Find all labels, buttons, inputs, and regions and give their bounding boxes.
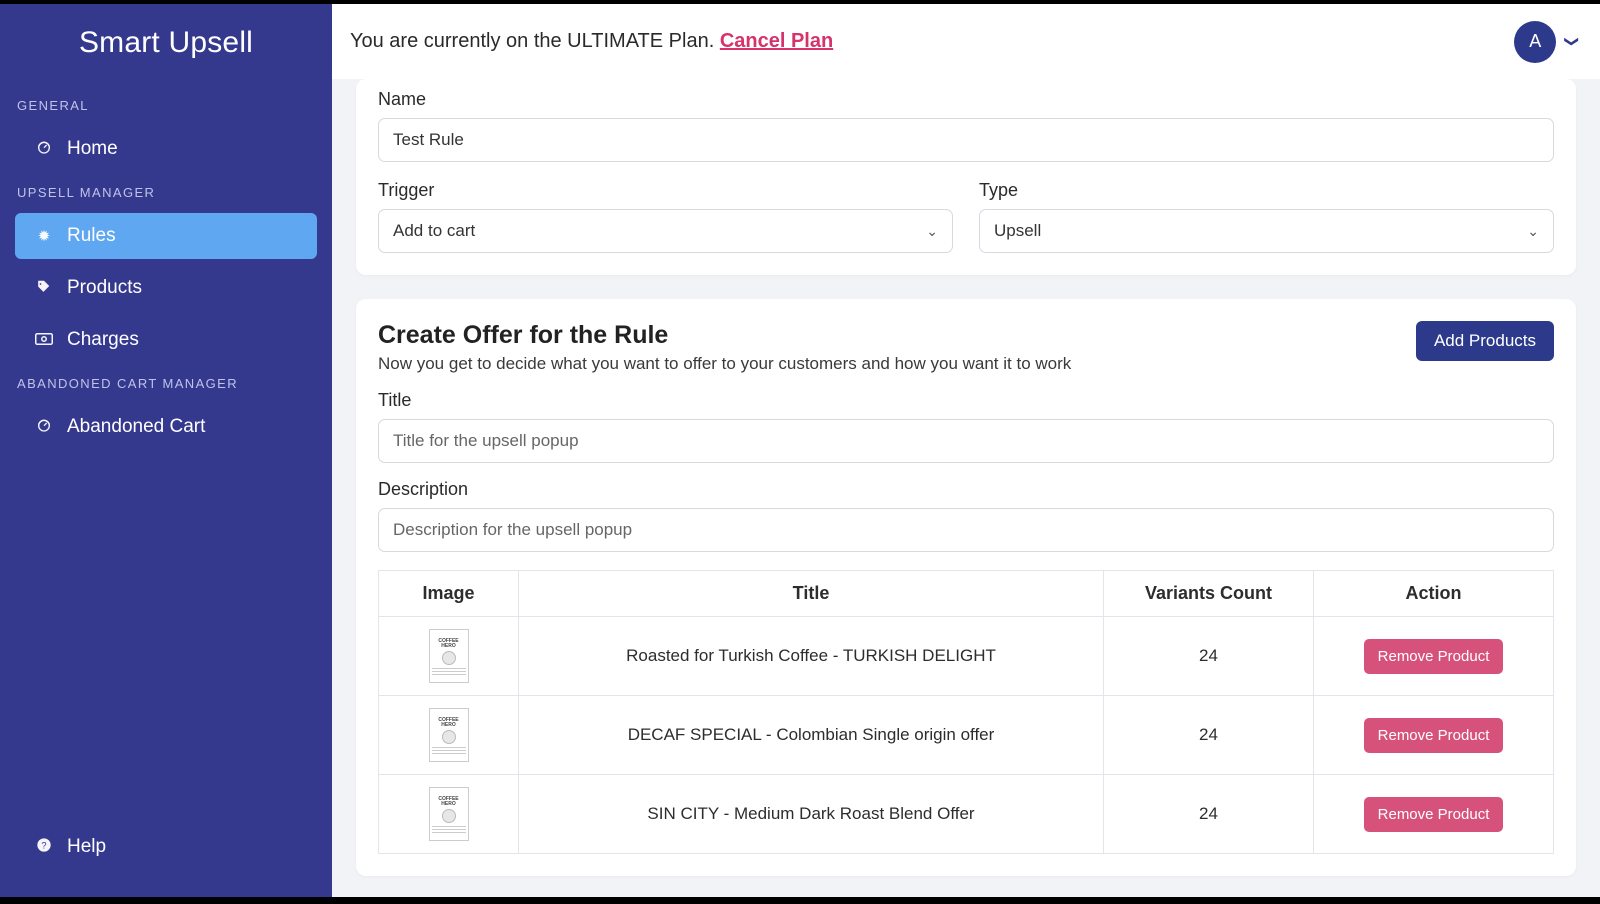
table-row: COFFEE HERO Roasted for Turkish Coffee - … (379, 617, 1554, 696)
avatar: A (1514, 21, 1556, 63)
user-menu[interactable]: A ❯ (1514, 21, 1578, 63)
plan-status: You are currently on the ULTIMATE Plan. … (350, 30, 833, 53)
cell-title: SIN CITY - Medium Dark Roast Blend Offer (519, 775, 1104, 854)
trigger-label: Trigger (378, 180, 953, 201)
main-area: You are currently on the ULTIMATE Plan. … (332, 4, 1600, 897)
product-thumb: COFFEE HERO (429, 708, 469, 762)
plan-text: You are currently on the ULTIMATE Plan. (350, 30, 720, 52)
rule-card: Name Trigger Add to cart ⌄ Type Upsell (356, 79, 1576, 275)
gear-icon: ✹ (35, 227, 53, 245)
sidebar-item-rules[interactable]: ✹ Rules (15, 213, 317, 259)
sidebar-item-label: Help (67, 836, 106, 858)
offer-card: Create Offer for the Rule Now you get to… (356, 299, 1576, 876)
sidebar-section-general: GENERAL (0, 88, 332, 123)
help-icon: ? (35, 837, 53, 857)
offer-heading: Create Offer for the Rule (378, 321, 1071, 350)
content: Name Trigger Add to cart ⌄ Type Upsell (332, 79, 1600, 897)
table-row: COFFEE HERO SIN CITY - Medium Dark Roast … (379, 775, 1554, 854)
title-label: Title (378, 390, 1554, 411)
type-select[interactable]: Upsell ⌄ (979, 209, 1554, 253)
product-thumb: COFFEE HERO (429, 629, 469, 683)
svg-text:?: ? (41, 840, 46, 850)
app-logo: Smart Upsell (0, 16, 332, 88)
type-value: Upsell (994, 221, 1041, 241)
cancel-plan-link[interactable]: Cancel Plan (720, 30, 833, 52)
type-label: Type (979, 180, 1554, 201)
name-label: Name (378, 89, 1554, 110)
cell-action: Remove Product (1314, 775, 1554, 854)
chevron-down-icon: ⌄ (926, 223, 938, 240)
th-variants: Variants Count (1104, 571, 1314, 617)
dashboard-icon (35, 417, 53, 437)
cell-image: COFFEE HERO (379, 775, 519, 854)
trigger-value: Add to cart (393, 221, 475, 241)
products-table: Image Title Variants Count Action COFFEE… (378, 570, 1554, 854)
sidebar-item-products[interactable]: Products (15, 265, 317, 311)
offer-description-input[interactable] (378, 508, 1554, 552)
cell-variants: 24 (1104, 696, 1314, 775)
cell-variants: 24 (1104, 775, 1314, 854)
dashboard-icon (35, 139, 53, 159)
offer-subheading: Now you get to decide what you want to o… (378, 354, 1071, 374)
sidebar-section-abandoned: ABANDONED CART MANAGER (0, 366, 332, 401)
chevron-down-icon: ⌄ (1527, 223, 1539, 240)
tag-icon (35, 279, 53, 297)
sidebar-item-label: Charges (67, 329, 139, 351)
chevron-down-icon: ❯ (1564, 36, 1581, 48)
sidebar-item-charges[interactable]: Charges (15, 317, 317, 363)
topbar: You are currently on the ULTIMATE Plan. … (332, 4, 1600, 79)
money-icon (35, 332, 53, 349)
remove-product-button[interactable]: Remove Product (1364, 639, 1504, 674)
sidebar-item-label: Home (67, 138, 118, 160)
cell-image: COFFEE HERO (379, 696, 519, 775)
th-image: Image (379, 571, 519, 617)
sidebar-section-upsell: UPSELL MANAGER (0, 175, 332, 210)
sidebar-item-label: Products (67, 277, 142, 299)
description-label: Description (378, 479, 1554, 500)
product-thumb: COFFEE HERO (429, 787, 469, 841)
sidebar-item-home[interactable]: Home (15, 126, 317, 172)
cell-title: DECAF SPECIAL - Colombian Single origin … (519, 696, 1104, 775)
sidebar-item-label: Rules (67, 225, 116, 247)
name-input[interactable] (378, 118, 1554, 162)
remove-product-button[interactable]: Remove Product (1364, 718, 1504, 753)
cell-action: Remove Product (1314, 617, 1554, 696)
remove-product-button[interactable]: Remove Product (1364, 797, 1504, 832)
cell-image: COFFEE HERO (379, 617, 519, 696)
th-action: Action (1314, 571, 1554, 617)
sidebar: Smart Upsell GENERAL Home UPSELL MANAGER… (0, 4, 332, 897)
sidebar-item-abandoned-cart[interactable]: Abandoned Cart (15, 404, 317, 450)
th-title: Title (519, 571, 1104, 617)
offer-title-input[interactable] (378, 419, 1554, 463)
cell-variants: 24 (1104, 617, 1314, 696)
sidebar-item-help[interactable]: ? Help (15, 824, 317, 870)
trigger-select[interactable]: Add to cart ⌄ (378, 209, 953, 253)
table-row: COFFEE HERO DECAF SPECIAL - Colombian Sin… (379, 696, 1554, 775)
sidebar-item-label: Abandoned Cart (67, 416, 205, 438)
cell-title: Roasted for Turkish Coffee - TURKISH DEL… (519, 617, 1104, 696)
add-products-button[interactable]: Add Products (1416, 321, 1554, 361)
cell-action: Remove Product (1314, 696, 1554, 775)
